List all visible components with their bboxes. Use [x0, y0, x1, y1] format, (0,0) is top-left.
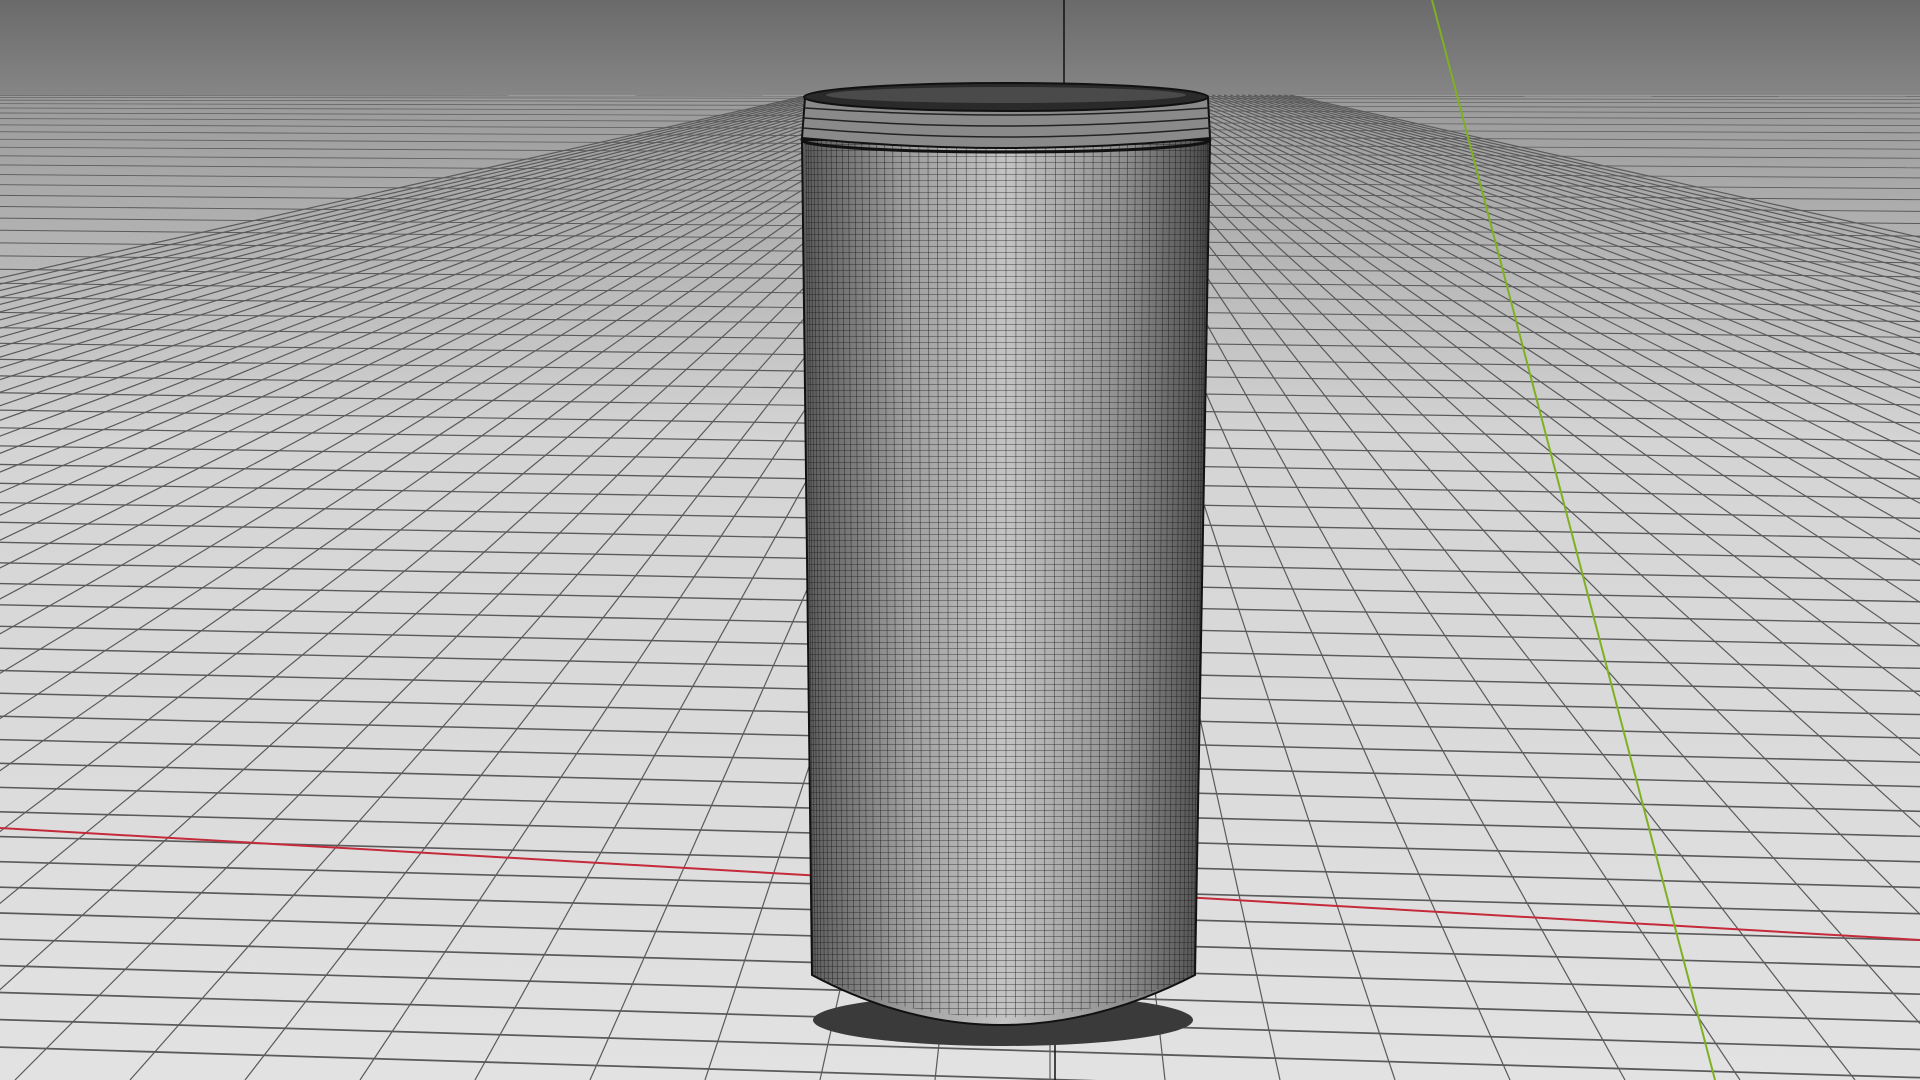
- can-mesh[interactable]: [790, 82, 1230, 1070]
- 3d-viewport[interactable]: [0, 0, 1920, 1080]
- viewport-canvas[interactable]: [0, 0, 1920, 1080]
- can-top-inner: [826, 87, 1186, 103]
